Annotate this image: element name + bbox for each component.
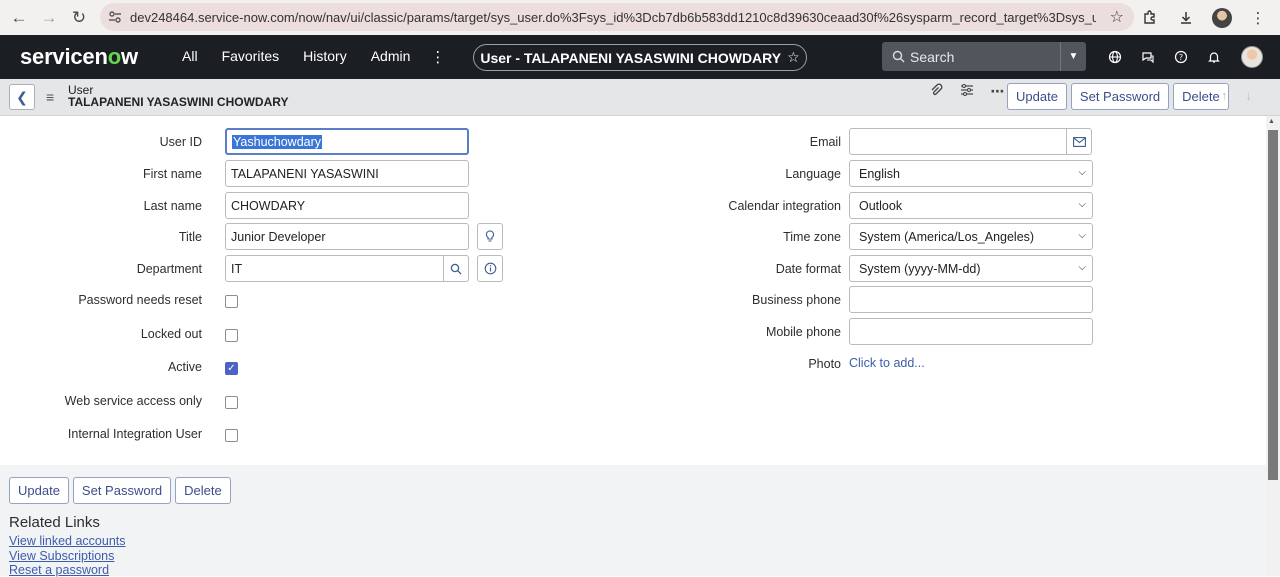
chrome-menu-icon[interactable]: ⋮ (1242, 3, 1274, 33)
nav-favorites[interactable]: Favorites (210, 48, 292, 66)
forward-arrow-icon[interactable]: → (34, 3, 64, 33)
user-form: User ID Yashuchowdary First name TALAPAN… (0, 116, 1266, 465)
browser-toolbar: ← → ↻ dev248464.service-now.com/now/nav/… (0, 0, 1280, 35)
back-button[interactable]: ❮ (9, 84, 35, 110)
extensions-icon[interactable] (1134, 3, 1166, 33)
mobile-phone-label: Mobile phone (765, 325, 841, 339)
time-zone-label: Time zone (783, 230, 841, 244)
bookmark-star-icon[interactable]: ☆ (1110, 7, 1124, 27)
nav-all[interactable]: All (170, 48, 210, 66)
calendar-integration-label: Calendar integration (728, 199, 841, 213)
search-icon (886, 50, 910, 63)
site-info-icon[interactable] (100, 10, 130, 24)
profile-avatar[interactable] (1206, 3, 1238, 33)
last-name-label: Last name (143, 199, 202, 213)
view-subscriptions-link[interactable]: View Subscriptions (9, 549, 114, 563)
bell-icon[interactable] (1197, 50, 1230, 64)
servicenow-logo[interactable]: servicenow (20, 44, 150, 70)
user-id-label: User ID (159, 135, 202, 149)
attachment-icon[interactable] (920, 83, 951, 100)
chevron-left-icon: ❮ (16, 88, 28, 105)
first-name-field[interactable]: TALAPANENI YASASWINI (225, 160, 469, 187)
locked-out-checkbox[interactable] (225, 329, 238, 342)
internal-integration-user-label: Internal Integration User (67, 427, 202, 441)
department-field[interactable]: IT (225, 255, 469, 282)
web-service-access-only-checkbox[interactable] (225, 396, 238, 409)
business-phone-field[interactable] (849, 286, 1093, 313)
calendar-integration-select[interactable]: Outlook ⌵ (849, 192, 1093, 219)
photo-add-link[interactable]: Click to add... (849, 356, 925, 370)
email-label: Email (809, 135, 841, 149)
active-label: Active (167, 360, 202, 374)
date-format-select[interactable]: System (yyyy-MM-dd) ⌵ (849, 255, 1093, 282)
view-linked-accounts-link[interactable]: View linked accounts (9, 534, 126, 548)
global-search[interactable]: Search ▼ (882, 42, 1086, 71)
record-name: TALAPANENI YASASWINI CHOWDARY (68, 95, 289, 109)
set-password-button[interactable]: Set Password (72, 477, 172, 504)
next-record-arrow-icon[interactable]: ↓ (1246, 88, 1253, 103)
help-icon[interactable]: ? (1164, 50, 1197, 64)
svg-text:?: ? (1178, 53, 1182, 62)
servicenow-top-nav: servicenow All Favorites History Admin ⋮… (0, 35, 1280, 79)
url-text[interactable]: dev248464.service-now.com/now/nav/ui/cla… (130, 10, 1096, 25)
context-title: User - TALAPANENI YASASWINI CHOWDARY (480, 49, 782, 66)
nav-admin[interactable]: Admin (359, 48, 423, 66)
title-field[interactable]: Junior Developer (225, 223, 469, 250)
chevron-down-icon: ⌵ (1078, 167, 1086, 178)
language-select[interactable]: English ⌵ (849, 160, 1093, 187)
lookup-search-icon[interactable] (443, 255, 469, 282)
personalize-form-icon[interactable] (951, 83, 982, 100)
update-button[interactable]: Update (1007, 83, 1067, 110)
date-format-label: Date format (775, 262, 841, 276)
delete-button[interactable]: Delete (175, 477, 231, 504)
photo-label: Photo (808, 357, 841, 371)
user-avatar[interactable] (1241, 46, 1263, 68)
language-label: Language (785, 167, 841, 181)
mobile-phone-field[interactable] (849, 318, 1093, 345)
scroll-up-arrow-icon[interactable]: ▲ (1268, 118, 1275, 125)
chevron-down-icon: ⌵ (1078, 230, 1086, 241)
chat-icon[interactable] (1131, 50, 1164, 64)
active-checkbox[interactable]: ✓ (225, 362, 238, 375)
password-needs-reset-label: Password needs reset (78, 293, 202, 307)
chevron-down-icon: ⌵ (1078, 262, 1086, 273)
search-input[interactable]: Search (910, 49, 1060, 65)
internal-integration-user-checkbox[interactable] (225, 429, 238, 442)
form-footer: Update Set Password Delete Related Links… (0, 465, 1266, 577)
context-menu-icon[interactable]: ≡ (46, 89, 54, 105)
envelope-icon[interactable] (1066, 128, 1092, 155)
email-field[interactable] (849, 128, 1067, 155)
title-label: Title (178, 230, 202, 244)
password-needs-reset-checkbox[interactable] (225, 295, 238, 308)
reset-password-link[interactable]: Reset a password (9, 563, 109, 577)
globe-icon[interactable] (1098, 50, 1131, 64)
download-icon[interactable] (1170, 3, 1202, 33)
check-icon: ✓ (227, 363, 236, 374)
info-icon[interactable] (477, 255, 503, 282)
suggestion-lightbulb-icon[interactable] (477, 223, 503, 250)
back-arrow-icon[interactable]: ← (4, 3, 34, 33)
time-zone-select[interactable]: System (America/Los_Angeles) ⌵ (849, 223, 1093, 250)
department-label: Department (136, 262, 202, 276)
first-name-label: First name (142, 167, 202, 181)
favorite-star-icon[interactable]: ☆ (787, 49, 800, 66)
locked-out-label: Locked out (140, 327, 202, 341)
chevron-down-icon: ⌵ (1078, 199, 1086, 210)
user-id-field[interactable]: Yashuchowdary (225, 128, 469, 155)
web-service-access-only-label: Web service access only (64, 394, 202, 408)
previous-record-arrow-icon[interactable]: ↑ (1221, 88, 1228, 103)
form-header: ❮ ≡ User TALAPANENI YASASWINI CHOWDARY ⋯… (0, 79, 1280, 116)
nav-history[interactable]: History (291, 48, 359, 66)
address-bar[interactable]: dev248464.service-now.com/now/nav/ui/cla… (100, 3, 1134, 31)
last-name-field[interactable]: CHOWDARY (225, 192, 469, 219)
more-menu-icon[interactable]: ⋮ (422, 48, 453, 66)
context-title-pill[interactable]: User - TALAPANENI YASASWINI CHOWDARY ☆ (473, 44, 807, 71)
related-links-heading: Related Links (9, 514, 100, 531)
update-button[interactable]: Update (9, 477, 69, 504)
business-phone-label: Business phone (752, 293, 841, 307)
set-password-button[interactable]: Set Password (1070, 83, 1170, 110)
scrollbar-thumb[interactable] (1268, 130, 1278, 480)
reload-icon[interactable]: ↻ (64, 3, 94, 33)
search-scope-dropdown-icon[interactable]: ▼ (1060, 42, 1086, 71)
